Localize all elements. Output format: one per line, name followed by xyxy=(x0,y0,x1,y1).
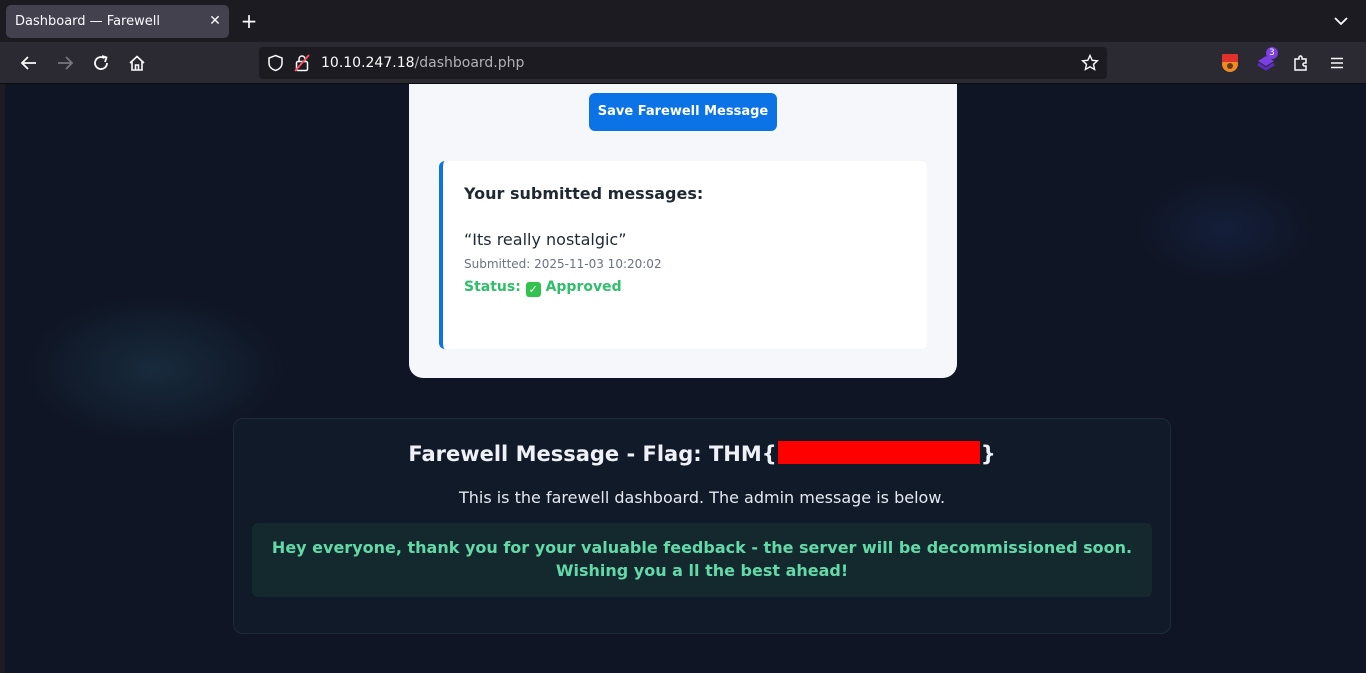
submitted-messages-heading: Your submitted messages: xyxy=(464,184,704,203)
background-glow xyxy=(1135,174,1315,284)
menu-hamburger-icon[interactable] xyxy=(1325,51,1349,75)
forward-arrow-icon[interactable] xyxy=(53,51,77,75)
tab-title: Dashboard — Farewell xyxy=(15,14,160,29)
extension-count-badge: 3 xyxy=(1266,47,1278,59)
shield-icon[interactable] xyxy=(267,54,284,76)
submitted-messages-box: Your submitted messages: “Its really nos… xyxy=(439,161,927,349)
url-text[interactable]: 10.10.247.18/dashboard.php xyxy=(321,55,524,71)
extension-badge-icon[interactable]: 3 xyxy=(1254,47,1278,75)
reload-icon[interactable] xyxy=(89,51,113,75)
page-viewport: Save Farewell Message Your submitted mes… xyxy=(5,84,1366,673)
flag-title-prefix: Farewell Message - Flag: THM{ xyxy=(408,442,777,466)
admin-message: Hey everyone, thank you for your valuabl… xyxy=(252,523,1152,597)
submitted-timestamp: Submitted: 2025-11-03 10:20:02 xyxy=(464,257,662,271)
bookmark-star-icon[interactable] xyxy=(1080,53,1100,76)
status-label: Status: xyxy=(464,279,521,295)
save-farewell-message-button[interactable]: Save Farewell Message xyxy=(589,93,777,131)
tab-dashboard[interactable]: Dashboard — Farewell ✕ xyxy=(6,5,229,38)
submitted-message-text: “Its really nostalgic” xyxy=(464,230,627,249)
flag-title-suffix: } xyxy=(980,442,996,466)
tab-bar: Dashboard — Farewell ✕ + xyxy=(0,0,1366,42)
check-icon: ✓ xyxy=(525,282,541,297)
status-badge: Approved xyxy=(545,279,622,295)
chevron-down-icon[interactable] xyxy=(1330,10,1352,32)
farewell-panel: Farewell Message - Flag: THM{} This is t… xyxy=(233,418,1171,634)
url-path: /dashboard.php xyxy=(414,55,525,71)
back-arrow-icon[interactable] xyxy=(17,51,41,75)
home-icon[interactable] xyxy=(125,51,149,75)
burp-extension-icon[interactable] xyxy=(1218,51,1242,75)
url-bar[interactable]: 10.10.247.18/dashboard.php xyxy=(259,47,1107,79)
status-line: Status: ✓ Approved xyxy=(464,279,622,297)
extensions-puzzle-icon[interactable] xyxy=(1289,51,1313,75)
dashboard-description: This is the farewell dashboard. The admi… xyxy=(458,488,946,507)
insecure-lock-icon[interactable] xyxy=(294,54,310,76)
page-title: Farewell Message - Flag: THM{} xyxy=(234,441,1170,466)
close-tab-icon[interactable]: ✕ xyxy=(205,11,225,31)
url-host: 10.10.247.18 xyxy=(321,55,415,71)
flag-redaction xyxy=(777,441,980,464)
new-tab-button[interactable]: + xyxy=(238,10,260,32)
message-card: Save Farewell Message Your submitted mes… xyxy=(409,84,957,378)
nav-bar: 10.10.247.18/dashboard.php 3 xyxy=(0,42,1366,84)
